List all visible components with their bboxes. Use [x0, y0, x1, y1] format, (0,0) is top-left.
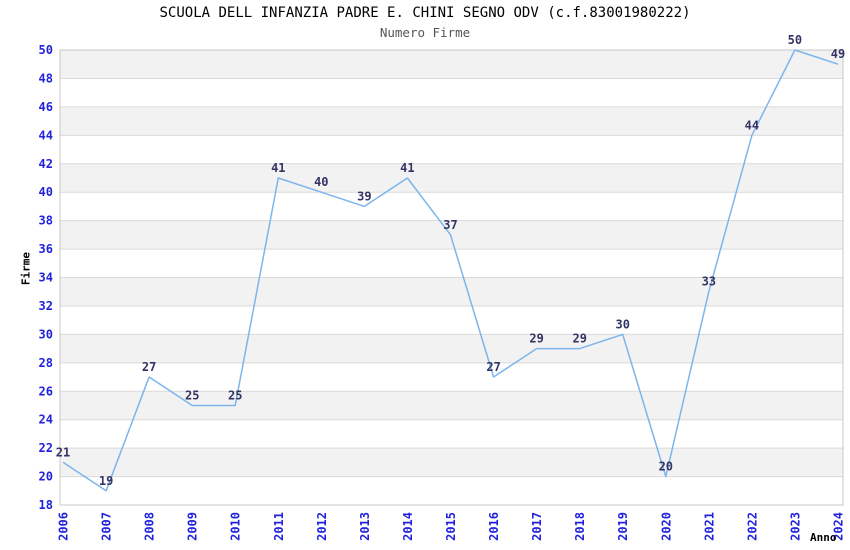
data-label: 20: [659, 460, 673, 474]
x-tick-label: 2015: [444, 512, 458, 541]
data-label: 41: [400, 161, 414, 175]
data-label: 40: [314, 175, 328, 189]
data-label: 21: [56, 445, 70, 459]
x-tick-label: 2021: [702, 512, 716, 541]
data-label: 27: [142, 360, 156, 374]
data-label: 27: [486, 360, 500, 374]
y-tick-label: 50: [39, 43, 53, 57]
plot-band: [60, 106, 843, 136]
data-label: 37: [443, 218, 457, 232]
data-label: 49: [831, 47, 845, 61]
data-label: 19: [99, 474, 113, 488]
x-tick-label: 2019: [616, 512, 630, 541]
chart-container: SCUOLA DELL INFANZIA PADRE E. CHINI SEGN…: [0, 0, 850, 550]
line-chart: 21 19 27 25 25 41 40 39 41 37 27 29 29 30 20 33 44 50 49 18…: [39, 33, 846, 541]
y-tick-label: 44: [39, 128, 53, 142]
y-tick-label: 22: [39, 441, 53, 455]
data-label: 25: [185, 389, 199, 403]
x-tick-label: 2020: [659, 512, 673, 541]
x-tick-label: 2010: [229, 512, 243, 541]
x-tick-label: 2006: [57, 512, 71, 541]
data-label: 50: [788, 33, 802, 47]
x-tick-label: 2011: [272, 512, 286, 541]
data-label: 39: [357, 189, 371, 203]
x-tick-label: 2017: [530, 512, 544, 541]
x-tick-label: 2023: [788, 512, 802, 541]
plot-band: [60, 163, 843, 193]
x-tick-label: 2014: [401, 512, 415, 541]
y-tick-label: 24: [39, 413, 53, 427]
plot-band: [60, 277, 843, 306]
data-label: 41: [271, 161, 285, 175]
y-axis-title: Firme: [19, 251, 33, 286]
plot-band: [60, 50, 843, 79]
y-tick-label: 36: [39, 242, 53, 256]
y-tick-label: 38: [39, 214, 53, 228]
plot-band: [60, 334, 843, 363]
y-tick-label: 48: [39, 71, 53, 85]
data-label: 29: [529, 332, 543, 346]
data-label: 33: [702, 275, 716, 289]
data-label: 30: [615, 317, 629, 331]
y-tick-label: 28: [39, 356, 53, 370]
y-tick-label: 26: [39, 384, 53, 398]
x-tick-label: 2007: [100, 512, 114, 541]
x-tick-label: 2013: [358, 512, 372, 541]
data-label: 25: [228, 389, 242, 403]
y-tick-label: 20: [39, 470, 53, 484]
data-label: 44: [745, 118, 759, 132]
y-tick-label: 30: [39, 327, 53, 341]
y-tick-label: 40: [39, 185, 53, 199]
plot-band: [60, 448, 843, 477]
data-label: 29: [572, 332, 586, 346]
y-tick-label: 18: [39, 498, 53, 512]
y-tick-label: 42: [39, 157, 53, 171]
x-tick-label: 2012: [315, 512, 329, 541]
x-tick-label: 2016: [487, 512, 501, 541]
x-tick-label: 2009: [186, 512, 200, 541]
y-tick-label: 34: [39, 271, 53, 285]
x-tick-label: 2022: [745, 512, 759, 541]
y-tick-label: 46: [39, 100, 53, 114]
x-axis-title: Anno: [810, 531, 837, 544]
x-tick-label: 2018: [573, 512, 587, 541]
x-tick-label: 2008: [143, 512, 157, 541]
y-tick-label: 32: [39, 299, 53, 313]
